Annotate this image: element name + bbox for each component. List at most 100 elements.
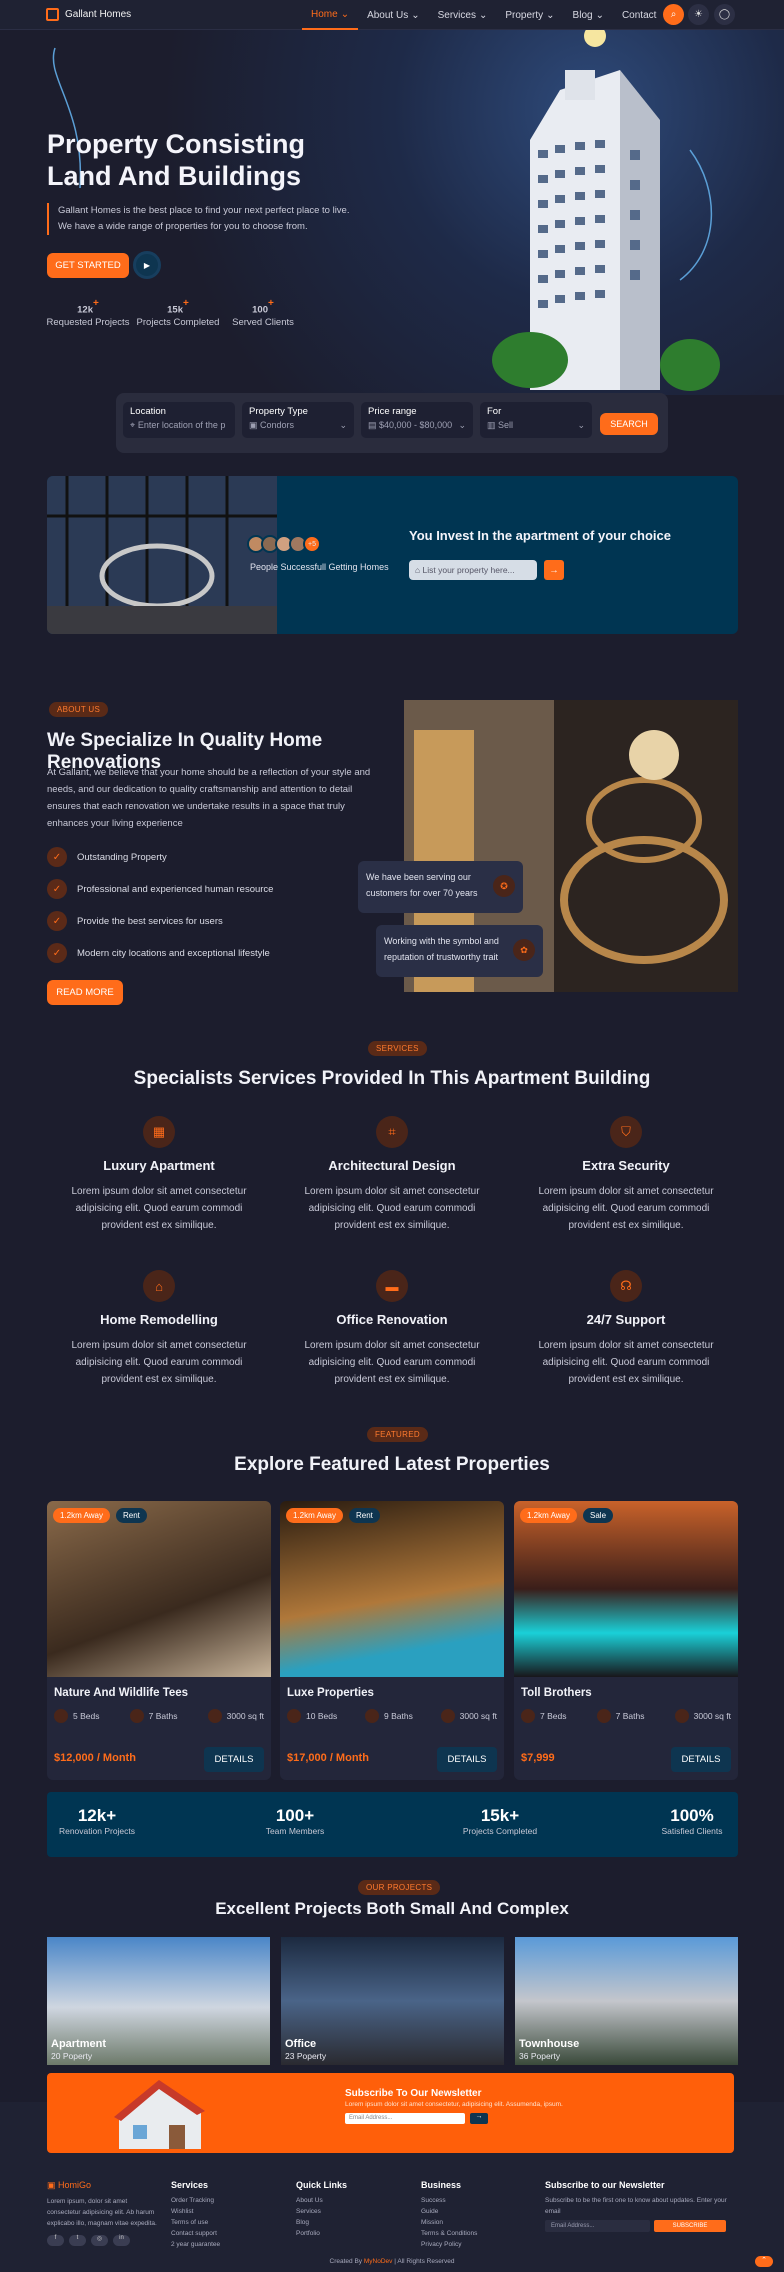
subscribe-button[interactable]: SUBSCRIBE (654, 2220, 726, 2232)
property-price: $7,999 (521, 1752, 555, 1764)
building-icon: ▦ (143, 1116, 175, 1148)
projects-title: Excellent Projects Both Small And Comple… (215, 1899, 569, 1918)
section-tag: SERVICES (368, 1041, 427, 1056)
project-card[interactable]: Townhouse 36 Poperty (515, 1937, 738, 2065)
paint-roller-icon: ▬ (376, 1270, 408, 1302)
avatar-group: +5 (247, 535, 321, 553)
shield-icon: ⛉ (610, 1116, 642, 1148)
property-card[interactable]: 1.2km Away Rent Luxe Properties 10 Beds 9 … (280, 1501, 504, 1780)
read-more-button[interactable]: READ MORE (47, 980, 123, 1005)
property-card[interactable]: 1.2km Away Sale Toll Brothers 7 Beds 7 Bat… (514, 1501, 738, 1780)
list-item: ✓ Modern city locations and exceptional l… (47, 937, 387, 969)
bed-icon (54, 1709, 68, 1723)
check-icon: ✓ (47, 879, 67, 899)
newsletter-desc: Lorem ipsum dolor sit amet consectetur, … (345, 2101, 563, 2108)
hero-stat: 15k+ Projects Completed (136, 298, 220, 329)
copyright: Created By MyNoDev | All Rights Reserved (329, 2258, 455, 2265)
banner-title: You Invest In the apartment of your choi… (409, 528, 671, 543)
chevron-down-icon: ⌄ (595, 9, 604, 21)
area-icon (207, 1709, 222, 1723)
experience-badge: We have been serving our customers for o… (358, 861, 523, 913)
for-select[interactable]: For ▥ Sell ⌄ (480, 402, 592, 438)
facebook-icon[interactable]: f (47, 2235, 64, 2246)
bath-icon (365, 1709, 380, 1723)
play-icon[interactable]: ▶ (133, 251, 161, 279)
submit-arrow-button[interactable]: → (544, 560, 564, 580)
nav-services[interactable]: Services ⌄ (429, 0, 497, 30)
property-price: $12,000 / Month (54, 1752, 136, 1764)
property-image: 1.2km Away Sale (514, 1501, 738, 1677)
home-icon: ⌂ (143, 1270, 175, 1302)
get-started-button[interactable]: GET STARTED (47, 253, 129, 278)
area-icon (440, 1709, 455, 1723)
people-caption: People Successfull Getting Homes (250, 562, 389, 572)
bath-icon (596, 1709, 611, 1723)
house-illustration (114, 2080, 205, 2149)
bed-icon (521, 1709, 535, 1723)
project-card[interactable]: Apartment 20 Poperty (47, 1937, 270, 2065)
check-icon: ✓ (47, 943, 67, 963)
service-item: ⌗ Architectural Design Lorem ipsum dolor s… (287, 1116, 497, 1234)
property-price: $17,000 / Month (287, 1752, 369, 1764)
footer-email-input[interactable]: Email Address... (545, 2220, 650, 2232)
nav-contact[interactable]: Contact (613, 0, 665, 30)
details-button[interactable]: DETAILS (437, 1747, 497, 1772)
theme-toggle-icon[interactable]: ☀ (688, 4, 709, 25)
newsletter-submit-button[interactable]: → (470, 2113, 488, 2124)
nav-home[interactable]: Home ⌄ (302, 0, 359, 30)
search-icon[interactable]: ⌕ (663, 4, 684, 25)
property-type-select[interactable]: Property Type ▣ Condors ⌄ (242, 402, 354, 438)
user-icon[interactable]: ◯ (714, 4, 735, 25)
medal-icon: ✿ (513, 939, 535, 961)
footer-brand: ▣ HomiGo Lorem ipsum, dolor sit amet con… (47, 2180, 162, 2246)
number-stat: 12k+ Renovation Projects (58, 1806, 136, 1836)
service-item: ▦ Luxury Apartment Lorem ipsum dolor sit a… (54, 1116, 264, 1234)
instagram-icon[interactable]: ◎ (91, 2235, 108, 2246)
design-icon: ⌗ (376, 1116, 408, 1148)
back-to-top-button[interactable]: ⌃ (755, 2256, 773, 2267)
avatar-more-count: +5 (303, 535, 321, 553)
details-button[interactable]: DETAILS (204, 1747, 264, 1772)
footer-subscribe: Subscribe to our Newsletter Subscribe to… (545, 2180, 740, 2232)
bed-icon (287, 1709, 301, 1723)
property-image: 1.2km Away Rent (47, 1501, 271, 1677)
project-card[interactable]: Office 23 Poperty (281, 1937, 504, 2065)
section-tag: ABOUT US (49, 702, 109, 717)
nav-property[interactable]: Property ⌄ (496, 0, 563, 30)
property-name: Nature And Wildlife Tees (54, 1687, 189, 1699)
newsletter-email-input[interactable]: Email Address... (345, 2113, 465, 2124)
section-tag: FEATURED (367, 1427, 428, 1442)
hero-description: Gallant Homes is the best place to find … (47, 203, 357, 235)
linkedin-icon[interactable]: in (113, 2235, 130, 2246)
nav-about[interactable]: About Us ⌄ (358, 0, 429, 30)
location-pin-icon: ⌖ (130, 420, 136, 430)
property-name: Luxe Properties (287, 1687, 374, 1699)
property-card[interactable]: 1.2km Away Rent Nature And Wildlife Tees … (47, 1501, 271, 1780)
featured-title: Explore Featured Latest Properties (234, 1454, 550, 1475)
service-item: ▬ Office Renovation Lorem ipsum dolor sit … (287, 1270, 497, 1388)
details-button[interactable]: DETAILS (671, 1747, 731, 1772)
site-header: Gallant Homes Home ⌄ About Us ⌄ Services ⌄ … (0, 0, 784, 30)
headset-icon: ☊ (610, 1270, 642, 1302)
logo-icon: ▣ (47, 2180, 56, 2190)
number-stat: 100% Satisfied Clients (661, 1806, 723, 1836)
list-property-input[interactable]: ⌂ List your property here... (409, 560, 537, 580)
twitter-icon[interactable]: t (69, 2235, 86, 2246)
logo-icon (46, 8, 59, 21)
hero-stat: 12k+ Requested Projects (46, 298, 130, 329)
chevron-down-icon: ⌄ (478, 9, 488, 21)
brand-logo[interactable]: Gallant Homes (46, 8, 131, 21)
search-button[interactable]: SEARCH (600, 413, 658, 435)
check-icon: ✓ (47, 911, 67, 931)
about-text: At Gallant, we believe that your home sh… (47, 767, 371, 829)
services-title: Specialists Services Provided In This Ap… (133, 1068, 651, 1089)
footer-services: Services Order Tracking Wishlist Terms of … (171, 2180, 221, 2248)
newsletter-title: Subscribe To Our Newsletter (345, 2088, 482, 2099)
newsletter-banner: Subscribe To Our Newsletter Lorem ipsum … (47, 2073, 734, 2153)
feature-list: ✓ Outstanding Property ✓ Professional and … (47, 841, 387, 969)
service-item: ⛉ Extra Security Lorem ipsum dolor sit ame… (521, 1116, 731, 1234)
price-range-select[interactable]: Price range ▤ $40,000 - $80,000 ⌄ (361, 402, 473, 438)
area-icon (674, 1709, 689, 1723)
location-field[interactable]: Location ⌖ Enter location of the p (123, 402, 235, 438)
nav-blog[interactable]: Blog ⌄ (564, 0, 613, 30)
